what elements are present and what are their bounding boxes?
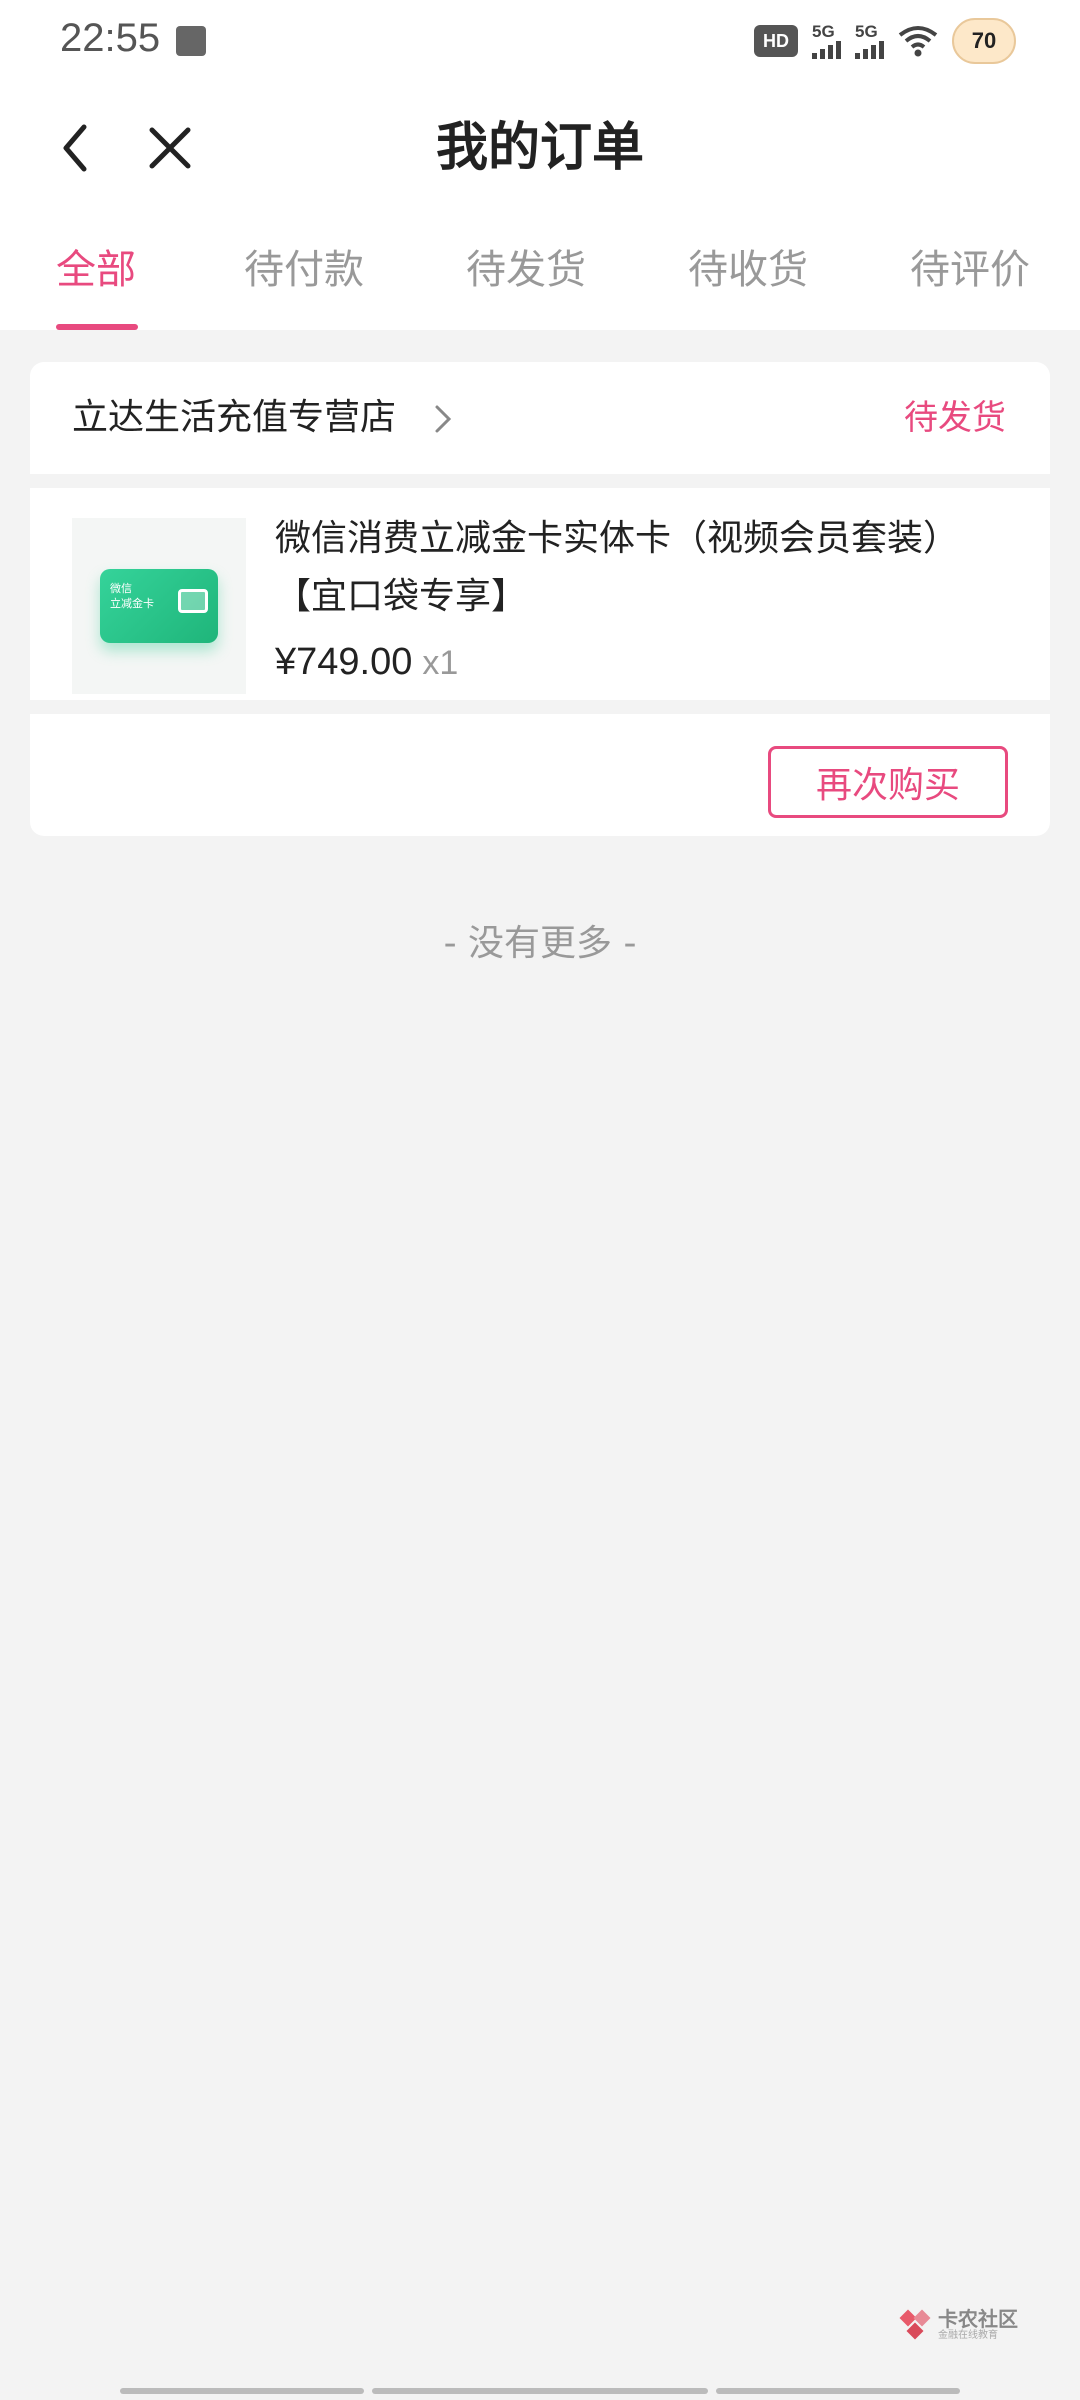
order-card[interactable]: 立达生活充值专营店 待发货 微信立减金卡 微信消费立减金卡实体卡（视频会员套装）… — [30, 362, 1050, 836]
card-caption: 微信 — [110, 582, 132, 595]
watermark-logo-icon — [899, 2309, 931, 2340]
watermark: 卡农社区 金融在线教育 — [898, 2308, 1018, 2342]
tab-pending-receipt[interactable]: 待收货 — [688, 240, 808, 300]
order-tabs: 全部 待付款 待发货 待收货 待评价 — [0, 240, 1080, 330]
chevron-right-icon — [435, 405, 452, 433]
signal-icon: 5G — [855, 23, 884, 59]
gesture-bar[interactable] — [120, 2388, 960, 2394]
product-price: ¥749.00 — [275, 641, 413, 683]
active-tab-indicator — [56, 324, 138, 330]
order-status-badge: 待发货 — [904, 398, 1006, 438]
divider — [30, 700, 1050, 714]
rebuy-button[interactable]: 再次购买 — [768, 746, 1008, 818]
shop-name[interactable]: 立达生活充值专营店 — [72, 390, 396, 446]
product-image[interactable]: 微信 立减金卡 — [72, 518, 246, 694]
card-caption: 立减金卡 — [110, 597, 154, 610]
tab-pending-shipment[interactable]: 待发货 — [466, 240, 586, 300]
watermark-title: 卡农社区 — [938, 2307, 1018, 2331]
price-row: ¥749.00 x1 — [275, 634, 458, 697]
product-quantity: x1 — [422, 644, 459, 682]
page-title: 我的订单 — [435, 118, 644, 178]
divider — [30, 474, 1050, 488]
tab-pending-review[interactable]: 待评价 — [910, 240, 1030, 300]
tab-all[interactable]: 全部 — [56, 240, 136, 300]
wifi-icon — [898, 25, 938, 57]
watermark-subtitle: 金融在线教育 — [938, 2330, 998, 2341]
battery-icon: 70 — [952, 18, 1016, 64]
signal-icon: 5G — [812, 23, 841, 59]
tab-pending-payment[interactable]: 待付款 — [244, 240, 364, 300]
tv-icon — [178, 589, 208, 613]
status-icons: HD 5G 5G 70 — [754, 14, 1016, 68]
card-image: 微信 立减金卡 — [100, 569, 218, 643]
notification-square-icon — [176, 26, 206, 56]
top-bar: 22:55 HD 5G 5G 70 我的订单 全部 待付款 待发货 待收货 待评… — [0, 0, 1080, 330]
no-more-text: - 没有更多 - — [443, 923, 637, 964]
signal-label: 5G — [812, 22, 835, 41]
signal-label: 5G — [855, 22, 878, 41]
status-time: 22:55 — [60, 16, 161, 60]
hd-icon: HD — [754, 25, 798, 57]
product-title[interactable]: 微信消费立减金卡实体卡（视频会员套装）【宜口袋专享】 — [275, 510, 1005, 626]
